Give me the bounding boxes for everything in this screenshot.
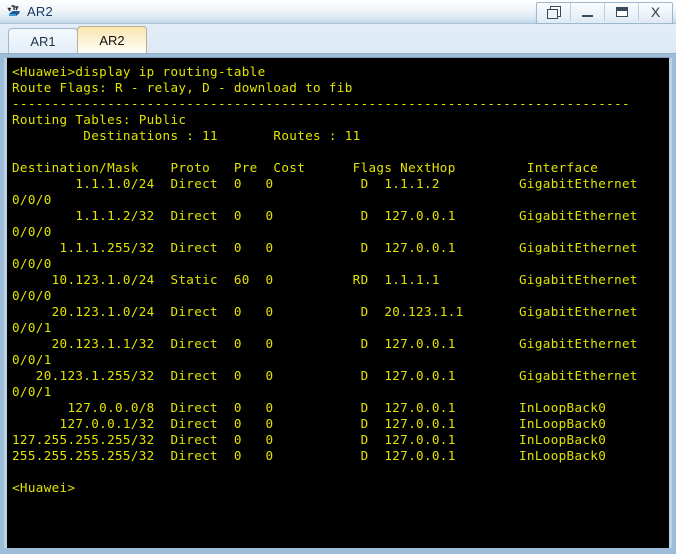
- terminal-line: 0/0/0: [12, 192, 52, 207]
- terminal-line: 20.123.1.0/24 Direct 0 0 D 20.123.1.1 Gi…: [12, 304, 638, 319]
- terminal-line: Destination/Mask Proto Pre Cost Flags Ne…: [12, 160, 599, 175]
- tab-ar1[interactable]: AR1: [8, 28, 78, 53]
- window-title: AR2: [27, 4, 53, 19]
- terminal-line: 0/0/1: [12, 384, 52, 399]
- terminal-window: AR2 X AR1 AR2 <Huawei>display ip routing…: [0, 0, 676, 554]
- terminal-line: 127.255.255.255/32 Direct 0 0 D 127.0.0.…: [12, 432, 607, 447]
- window-controls: X: [536, 2, 673, 24]
- terminal-line: 20.123.1.255/32 Direct 0 0 D 127.0.0.1 G…: [12, 368, 638, 383]
- restore-icon: [547, 6, 561, 19]
- terminal-line: <Huawei>: [12, 480, 76, 495]
- minimize-button[interactable]: [571, 3, 605, 21]
- maximize-button[interactable]: [605, 3, 639, 21]
- terminal-line: 20.123.1.1/32 Direct 0 0 D 127.0.0.1 Gig…: [12, 336, 638, 351]
- terminal-line: 1.1.1.255/32 Direct 0 0 D 127.0.0.1 Giga…: [12, 240, 638, 255]
- restore-button[interactable]: [537, 3, 571, 21]
- tab-strip: AR1 AR2: [0, 24, 676, 54]
- terminal-line: Routing Tables: Public: [12, 112, 187, 127]
- terminal-line: ----------------------------------------…: [12, 96, 630, 111]
- close-icon: X: [650, 4, 661, 20]
- terminal-line: Route Flags: R - relay, D - download to …: [12, 80, 353, 95]
- terminal-line: Destinations : 11 Routes : 11: [12, 128, 361, 143]
- terminal-output[interactable]: <Huawei>display ip routing-table Route Fl…: [7, 58, 669, 547]
- terminal-line: 0/0/1: [12, 320, 52, 335]
- terminal-line: 0/0/0: [12, 288, 52, 303]
- tab-ar2[interactable]: AR2: [77, 26, 147, 53]
- terminal-line: 0/0/0: [12, 256, 52, 271]
- terminal-line: 10.123.1.0/24 Static 60 0 RD 1.1.1.1 Gig…: [12, 272, 638, 287]
- terminal-line: 1.1.1.0/24 Direct 0 0 D 1.1.1.2 GigabitE…: [12, 176, 638, 191]
- terminal-frame: <Huawei>display ip routing-table Route Fl…: [0, 55, 676, 554]
- maximize-icon: [615, 7, 628, 17]
- router-icon: [6, 3, 23, 20]
- close-button[interactable]: X: [639, 3, 672, 21]
- terminal-line: 255.255.255.255/32 Direct 0 0 D 127.0.0.…: [12, 448, 607, 463]
- terminal-line: 0/0/0: [12, 224, 52, 239]
- terminal-line: 0/0/1: [12, 352, 52, 367]
- minimize-icon: [582, 14, 593, 17]
- terminal-line: 1.1.1.2/32 Direct 0 0 D 127.0.0.1 Gigabi…: [12, 208, 638, 223]
- terminal-line: 127.0.0.0/8 Direct 0 0 D 127.0.0.1 InLoo…: [12, 400, 607, 415]
- terminal-line: <Huawei>display ip routing-table: [12, 64, 266, 79]
- terminal-inner: <Huawei>display ip routing-table Route Fl…: [4, 57, 672, 548]
- title-bar: AR2 X: [0, 0, 676, 24]
- terminal-line: 127.0.0.1/32 Direct 0 0 D 127.0.0.1 InLo…: [12, 416, 607, 431]
